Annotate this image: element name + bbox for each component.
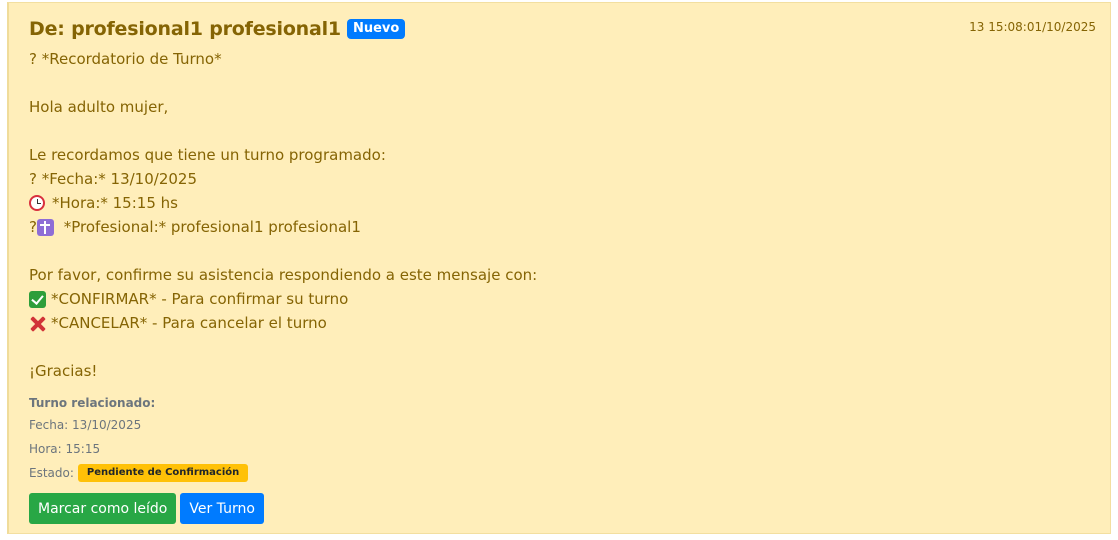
intro-line: Le recordamos que tiene un turno program… [29, 146, 386, 164]
confirm-option-text: *CONFIRMAR* - Para confirmar su turno [51, 290, 349, 308]
date-line: ? *Fecha:* 13/10/2025 [29, 170, 197, 188]
medical-symbol-icon [36, 218, 54, 236]
check-mark-icon [29, 290, 46, 308]
professional-line-text: *Profesional:* profesional1 profesional1 [58, 218, 361, 236]
message-header: De: profesional1 profesional1 Nuevo [29, 18, 406, 40]
cross-mark-icon [29, 315, 46, 332]
sender-label: De: profesional1 profesional1 [29, 18, 341, 40]
professional-prefix: ? [29, 218, 37, 236]
status-badge: Pendiente de Confirmación [77, 464, 249, 482]
greeting: Hola adulto mujer, [29, 98, 169, 116]
time-line-text: *Hora:* 15:15 hs [52, 194, 178, 212]
message-timestamp: 13 15:08:01/10/2025 [969, 20, 1096, 34]
related-turn-date: Fecha: 13/10/2025 [29, 418, 142, 432]
related-turn-status: Estado: Pendiente de Confirmación [29, 461, 249, 485]
thanks-line: ¡Gracias! [29, 362, 98, 380]
reminder-title: ? *Recordatorio de Turno* [29, 50, 222, 68]
status-label: Estado: [29, 466, 74, 480]
view-turn-button[interactable]: Ver Turno [180, 493, 264, 524]
alarm-clock-icon [29, 195, 45, 211]
message-body: ? *Recordatorio de Turno* Hola adulto mu… [29, 47, 537, 383]
message-card: De: profesional1 profesional1 Nuevo 13 1… [7, 2, 1111, 534]
time-line: *Hora:* 15:15 hs [29, 191, 537, 215]
cancel-option: *CANCELAR* - Para cancelar el turno [29, 311, 537, 335]
related-turn: Turno relacionado: Fecha: 13/10/2025 Hor… [29, 393, 249, 485]
professional-line: ? *Profesional:* profesional1 profesiona… [29, 215, 537, 239]
confirm-request: Por favor, confirme su asistencia respon… [29, 266, 538, 284]
confirm-option: *CONFIRMAR* - Para confirmar su turno [29, 287, 537, 311]
mark-read-button[interactable]: Marcar como leído [29, 493, 177, 524]
cancel-option-text: *CANCELAR* - Para cancelar el turno [51, 314, 327, 332]
related-turn-title: Turno relacionado: [29, 396, 156, 410]
related-turn-time: Hora: 15:15 [29, 442, 101, 456]
message-actions: Marcar como leído Ver Turno [29, 493, 264, 524]
new-badge: Nuevo [346, 19, 406, 39]
